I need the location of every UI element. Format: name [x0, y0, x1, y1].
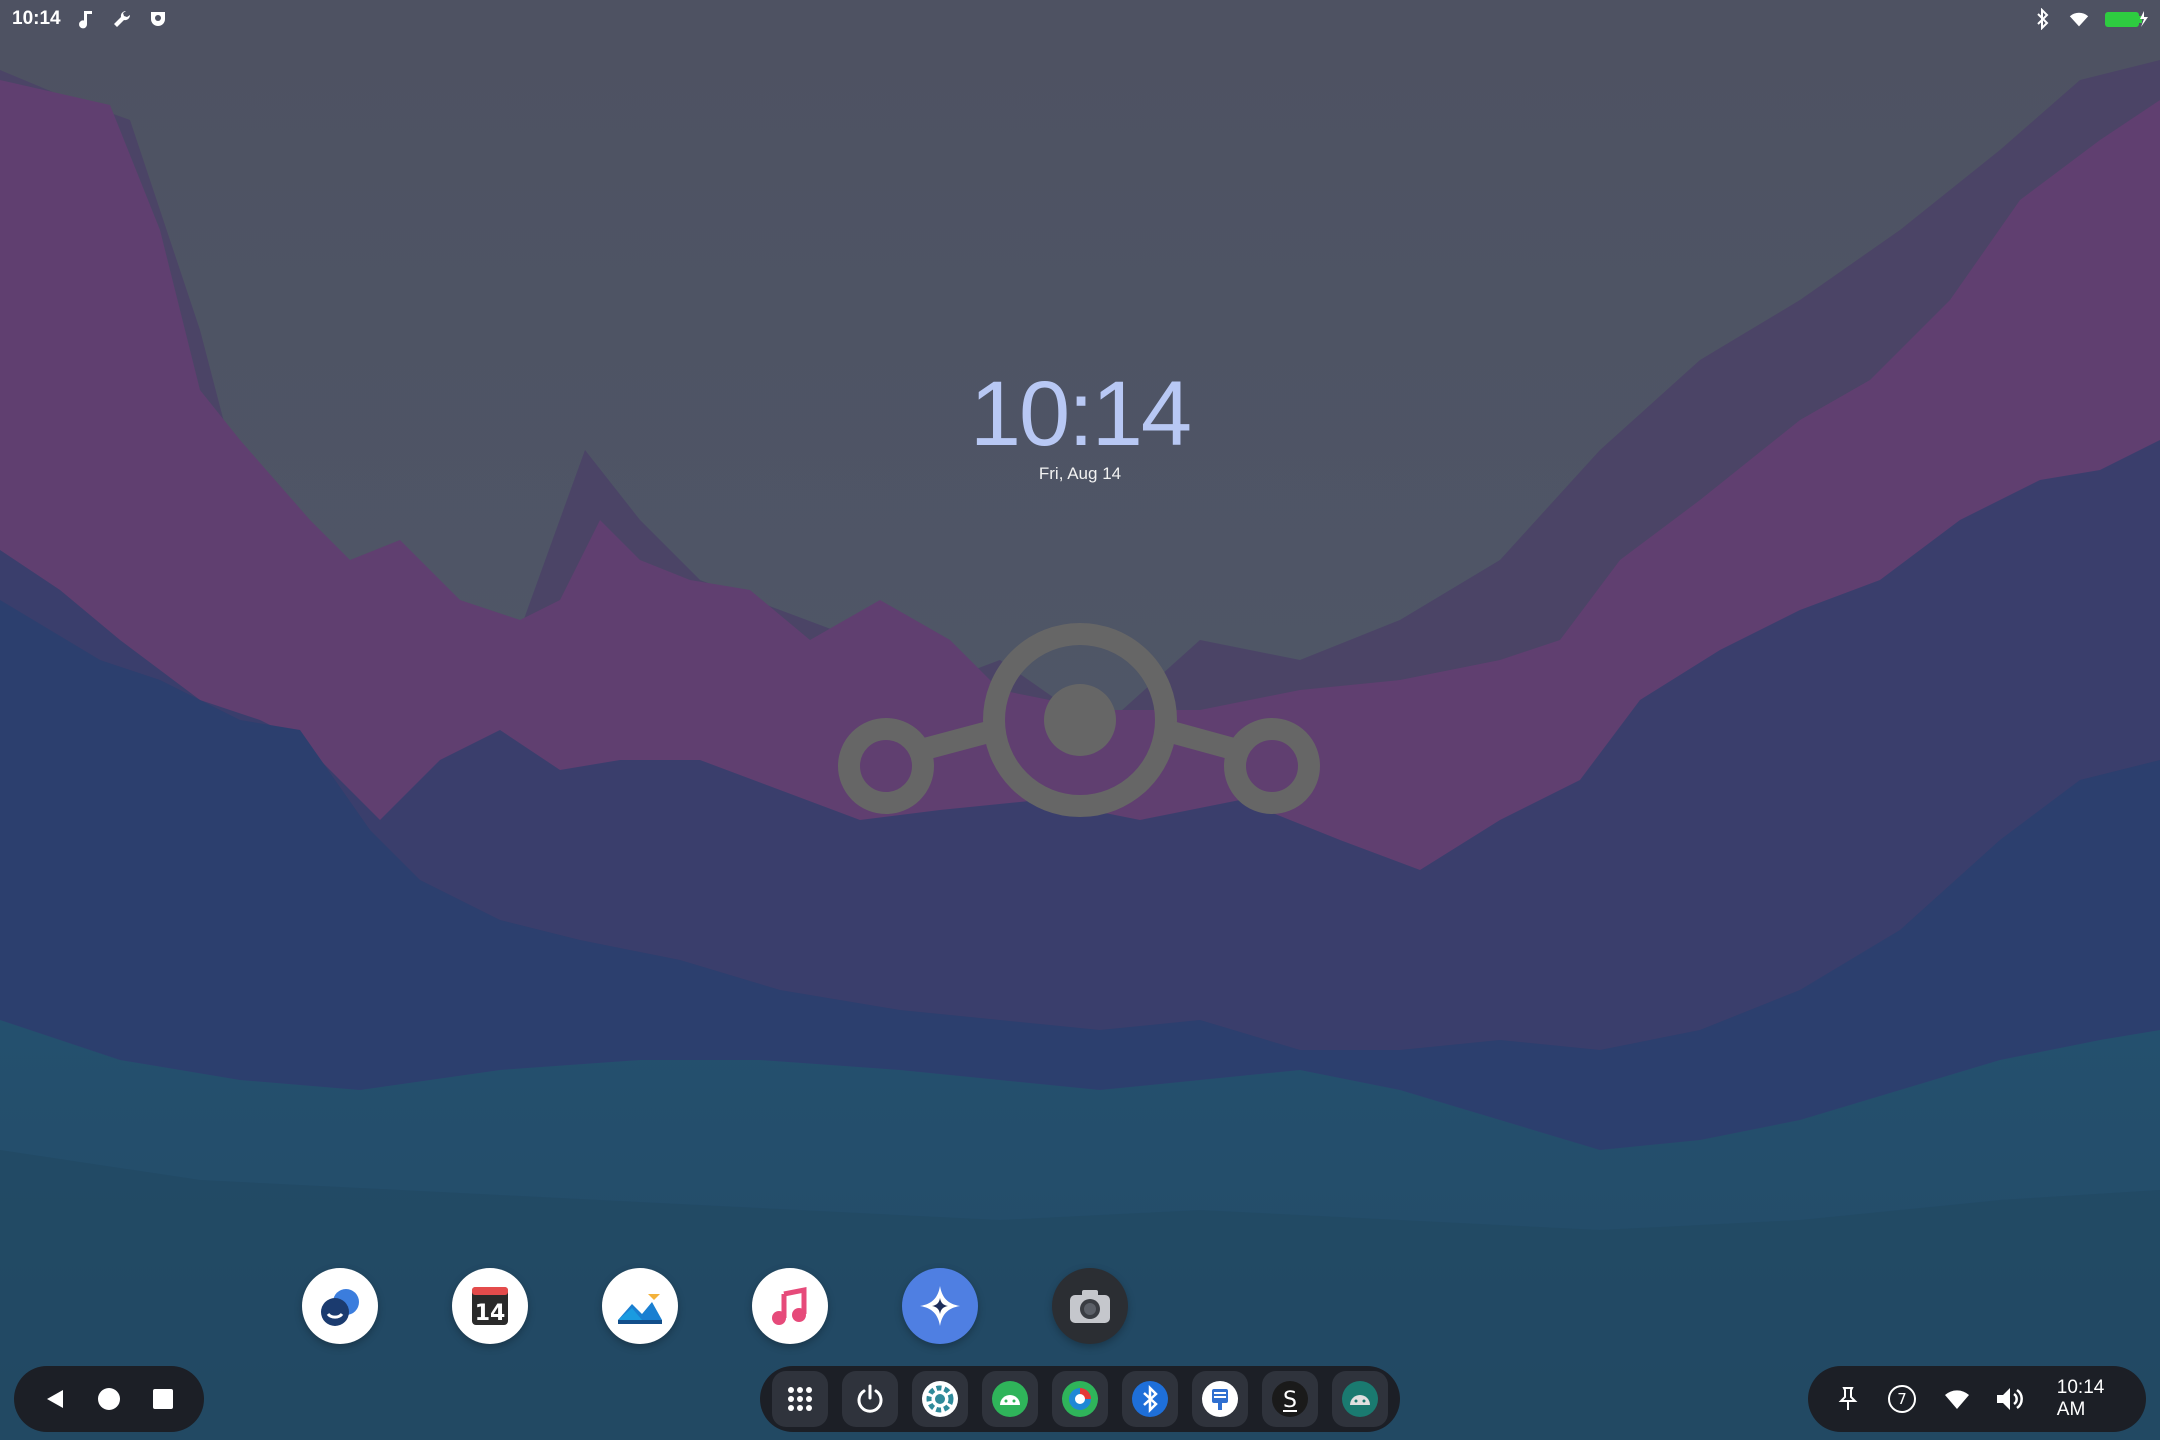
dock-app-gallery[interactable] [602, 1268, 678, 1344]
camera-icon [1070, 1290, 1110, 1323]
dock-app-calendar[interactable]: 14 [452, 1268, 528, 1344]
clock-date[interactable]: Fri, Aug 14 [930, 464, 1230, 484]
sparkle-icon [920, 1286, 960, 1326]
shield-app-icon [147, 8, 169, 30]
bluetooth-app-icon [1132, 1381, 1168, 1417]
home-button[interactable] [89, 1379, 129, 1419]
volume-icon [1996, 1388, 2023, 1410]
app-drawer-button[interactable] [772, 1371, 828, 1427]
power-button[interactable] [842, 1371, 898, 1427]
taskbar-app-bluetooth[interactable] [1122, 1371, 1178, 1427]
status-bar: 10:14 [0, 0, 2160, 38]
svg-text:14: 14 [475, 1301, 506, 1326]
messaging-icon [321, 1289, 359, 1326]
pin-icon [1838, 1387, 1858, 1410]
taskbar-app-s[interactable]: S [1262, 1371, 1318, 1427]
clock-widget[interactable]: 10:14 Fri, Aug 14 [930, 368, 1230, 484]
navigation-bar [14, 1366, 204, 1432]
android-dark-icon [1342, 1381, 1378, 1417]
tray-clock[interactable]: 10:14 AM [2057, 1377, 2128, 1421]
home-icon [98, 1388, 120, 1410]
recents-button[interactable] [143, 1379, 183, 1419]
calendar-icon: 14 [472, 1287, 508, 1326]
system-tray: 7 10:14 AM [1808, 1366, 2146, 1432]
status-time: 10:14 [12, 8, 61, 29]
dock: 14 [302, 1268, 1128, 1344]
battery-charging-icon [2104, 8, 2148, 30]
taskbar-app-android[interactable] [982, 1371, 1038, 1427]
tray-wifi-button[interactable] [1942, 1383, 1970, 1415]
taskbar-app-android-dark[interactable] [1332, 1371, 1388, 1427]
notification-count-icon: 7 [1888, 1385, 1917, 1413]
lineageos-logo-icon [836, 620, 1324, 825]
wrench-icon [111, 8, 133, 30]
power-icon [857, 1384, 883, 1413]
settings-app-icon [922, 1381, 958, 1417]
browser-app-icon [1062, 1381, 1098, 1417]
taskbar-app-browser[interactable] [1052, 1371, 1108, 1427]
gallery-icon [618, 1294, 662, 1324]
back-icon [47, 1390, 63, 1408]
notification-count-badge[interactable]: 7 [1886, 1383, 1918, 1415]
taskbar-app-files[interactable] [1192, 1371, 1248, 1427]
dock-app-music[interactable] [752, 1268, 828, 1344]
pin-button[interactable] [1834, 1383, 1862, 1415]
bluetooth-icon [2032, 8, 2054, 30]
file-manager-icon [1202, 1381, 1238, 1417]
back-button[interactable] [35, 1379, 75, 1419]
wifi-icon [2068, 8, 2090, 30]
s-app-icon: S [1272, 1381, 1308, 1417]
dock-app-camera[interactable] [1052, 1268, 1128, 1344]
wifi-icon [1944, 1390, 1969, 1409]
clock-time[interactable]: 10:14 [930, 368, 1230, 460]
music-icon [772, 1286, 807, 1325]
recents-icon [153, 1389, 173, 1409]
dock-app-assistant[interactable] [902, 1268, 978, 1344]
taskbar-app-settings[interactable] [912, 1371, 968, 1427]
android-app-icon [992, 1381, 1028, 1417]
music-note-icon [75, 8, 97, 30]
tray-volume-button[interactable] [1995, 1383, 2027, 1415]
app-drawer-icon [788, 1387, 812, 1411]
dock-app-messaging[interactable] [302, 1268, 378, 1344]
taskbar: S [760, 1366, 1400, 1432]
notification-count: 7 [1898, 1390, 1908, 1408]
svg-text:S: S [1283, 1388, 1297, 1413]
